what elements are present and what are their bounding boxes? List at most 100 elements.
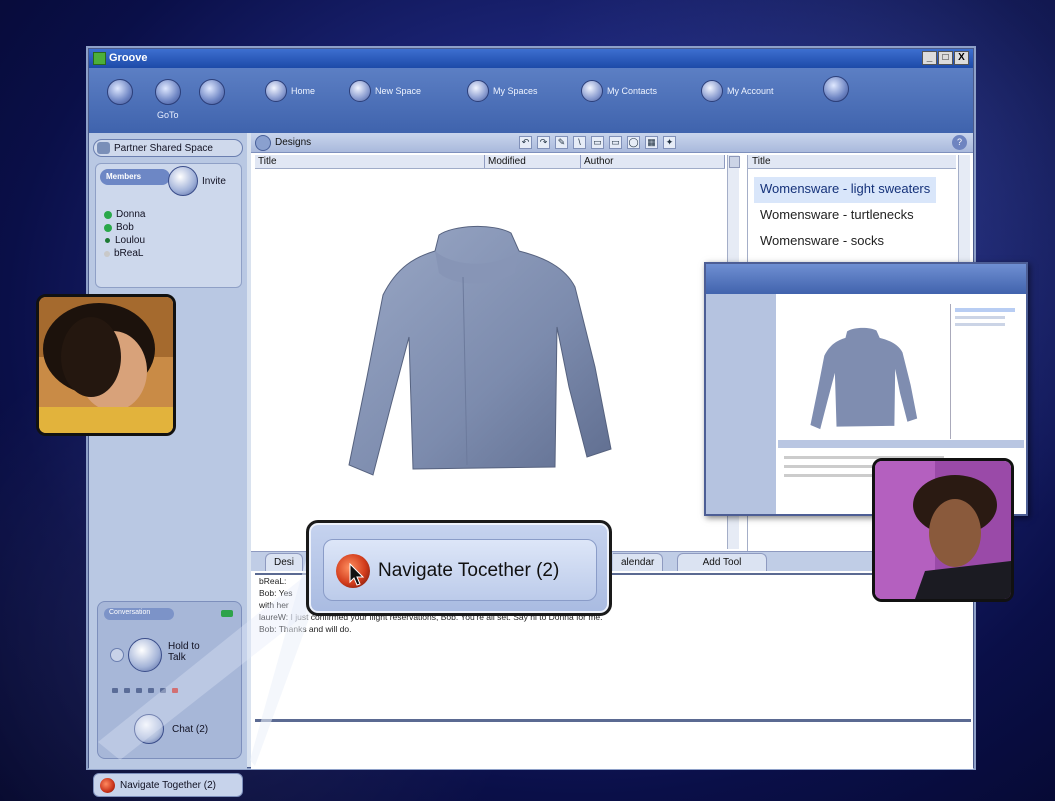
navigate-together-icon — [100, 778, 115, 793]
hold-to-talk-button[interactable] — [128, 638, 162, 672]
chat-input[interactable] — [255, 719, 971, 765]
column-modified[interactable]: Modified — [485, 155, 581, 168]
preview-list — [950, 304, 1024, 439]
members-header: Members — [100, 169, 170, 185]
home-button[interactable]: Home — [265, 80, 315, 102]
my-contacts-icon — [581, 80, 603, 102]
navigate-together-button[interactable]: Navigate Together (2) — [93, 773, 243, 797]
back-arrow-icon[interactable] — [107, 79, 133, 105]
redo-icon[interactable]: ↷ — [537, 136, 550, 149]
tool-icons: ↶ ↷ ✎ \ ▭ ▭ ◯ ▦ ✦ — [519, 136, 676, 149]
goto-icon[interactable] — [155, 79, 181, 105]
maximize-button[interactable]: □ — [938, 51, 953, 65]
minimize-button[interactable]: _ — [922, 51, 937, 65]
my-contacts-button[interactable]: My Contacts — [581, 80, 657, 102]
member-name: Donna — [116, 209, 146, 220]
title-item[interactable]: Womensware - socks — [754, 229, 936, 255]
window-controls: _ □ X — [922, 51, 969, 65]
member-name: Loulou — [115, 235, 146, 246]
titles-list: Womensware - light sweaters Womensware -… — [754, 177, 937, 255]
undo-icon[interactable]: ↶ — [519, 136, 532, 149]
member-item[interactable]: Bob — [104, 221, 145, 234]
members-panel: Members Invite Donna Bob Loulou bReaL — [95, 163, 242, 288]
hold-to-talk-label: Hold to Talk — [168, 641, 200, 663]
highlight-icon[interactable]: ✦ — [663, 136, 676, 149]
globe-icon[interactable] — [823, 76, 849, 102]
member-item[interactable]: Donna — [104, 208, 145, 221]
mute-icon[interactable] — [172, 687, 178, 693]
sidebar: Partner Shared Space Members Invite Donn… — [89, 133, 247, 797]
cursor-icon — [349, 562, 365, 586]
member-item[interactable]: bReaL — [104, 247, 145, 260]
new-space-icon — [349, 80, 371, 102]
member-item[interactable]: Loulou — [104, 234, 145, 247]
tab-add-tool[interactable]: Add Tool — [677, 553, 767, 571]
navigate-together-label: Navigate Together (2) — [120, 780, 216, 791]
connection-icon — [221, 610, 233, 617]
status-dot-icon — [104, 210, 112, 219]
window-title: Groove — [109, 52, 148, 64]
new-space-label: New Space — [375, 86, 422, 96]
help-icon[interactable]: ? — [952, 135, 967, 150]
title-item[interactable]: Womensware - turtlenecks — [754, 203, 936, 229]
close-button[interactable]: X — [954, 51, 969, 65]
member-name: bReaL — [114, 248, 144, 259]
navigate-together-icon — [336, 554, 370, 588]
new-space-button[interactable]: New Space — [349, 80, 421, 102]
home-label: Home — [291, 86, 316, 96]
rect-icon[interactable]: ▭ — [591, 136, 604, 149]
user-photo-woman — [36, 294, 176, 436]
user-photo-man — [872, 458, 1014, 602]
avatar — [39, 297, 173, 433]
my-spaces-button[interactable]: My Spaces — [467, 80, 538, 102]
goto-label: GoTo — [157, 110, 179, 120]
sweater-image — [348, 225, 612, 476]
column-author[interactable]: Author — [581, 155, 725, 168]
title-bar: Groove _ □ X — [89, 49, 973, 68]
tab-designs[interactable]: Desi — [265, 553, 304, 571]
my-account-label: My Account — [727, 86, 774, 96]
members-list: Donna Bob Loulou bReaL — [104, 208, 145, 260]
my-account-icon — [701, 80, 723, 102]
space-name-bar[interactable]: Partner Shared Space — [93, 139, 243, 157]
home-icon — [265, 80, 287, 102]
member-name: Bob — [116, 222, 134, 233]
speaker-icon[interactable] — [110, 648, 124, 662]
preview-toolbar — [706, 264, 1026, 294]
tab-calendar[interactable]: alendar — [613, 553, 664, 571]
preview-sidebar — [706, 294, 776, 514]
column-title[interactable]: Title — [255, 155, 485, 168]
ellipse-icon[interactable]: ◯ — [627, 136, 640, 149]
tool-toolbar: Designs ↶ ↷ ✎ \ ▭ ▭ ◯ ▦ ✦ ? — [251, 133, 973, 153]
conversation-header: Conversation — [104, 608, 174, 620]
volume-icon[interactable] — [112, 687, 118, 693]
conversation-panel: Conversation Hold to Talk Chat (2) — [97, 601, 242, 759]
my-spaces-icon — [467, 80, 489, 102]
preview-tabs — [778, 440, 1024, 448]
preview-sweater-image — [810, 327, 918, 430]
title-item[interactable]: Womensware - light sweaters — [754, 177, 937, 203]
invite-label[interactable]: Invite — [202, 176, 226, 187]
status-dot-icon — [104, 250, 110, 257]
volume-controls[interactable] — [112, 686, 232, 694]
titles-header[interactable]: Title — [748, 155, 956, 169]
my-contacts-label: My Contacts — [607, 86, 658, 96]
navigate-together-callout-button[interactable]: Navigate Tocether (2) — [323, 539, 597, 601]
chat-label[interactable]: Chat (2) — [172, 724, 208, 735]
chat-line: Bob: Thanks and will do. — [259, 624, 352, 634]
pen-icon[interactable]: ✎ — [555, 136, 568, 149]
my-account-button[interactable]: My Account — [701, 80, 774, 102]
avatar — [875, 461, 1011, 599]
invite-icon[interactable] — [168, 166, 198, 196]
chat-icon[interactable] — [134, 714, 164, 744]
main-toolbar: GoTo Home New Space My Spaces My Contact… — [89, 68, 973, 133]
groove-app-icon — [93, 52, 106, 65]
tool-name: Designs — [275, 137, 312, 148]
callout-label: Navigate Tocether (2) — [378, 560, 560, 581]
forward-icon[interactable] — [199, 79, 225, 105]
shared-space-icon — [97, 142, 110, 154]
designs-tool-icon — [255, 135, 271, 151]
image-icon[interactable]: ▦ — [645, 136, 658, 149]
rect2-icon[interactable]: ▭ — [609, 136, 622, 149]
line-icon[interactable]: \ — [573, 136, 586, 149]
